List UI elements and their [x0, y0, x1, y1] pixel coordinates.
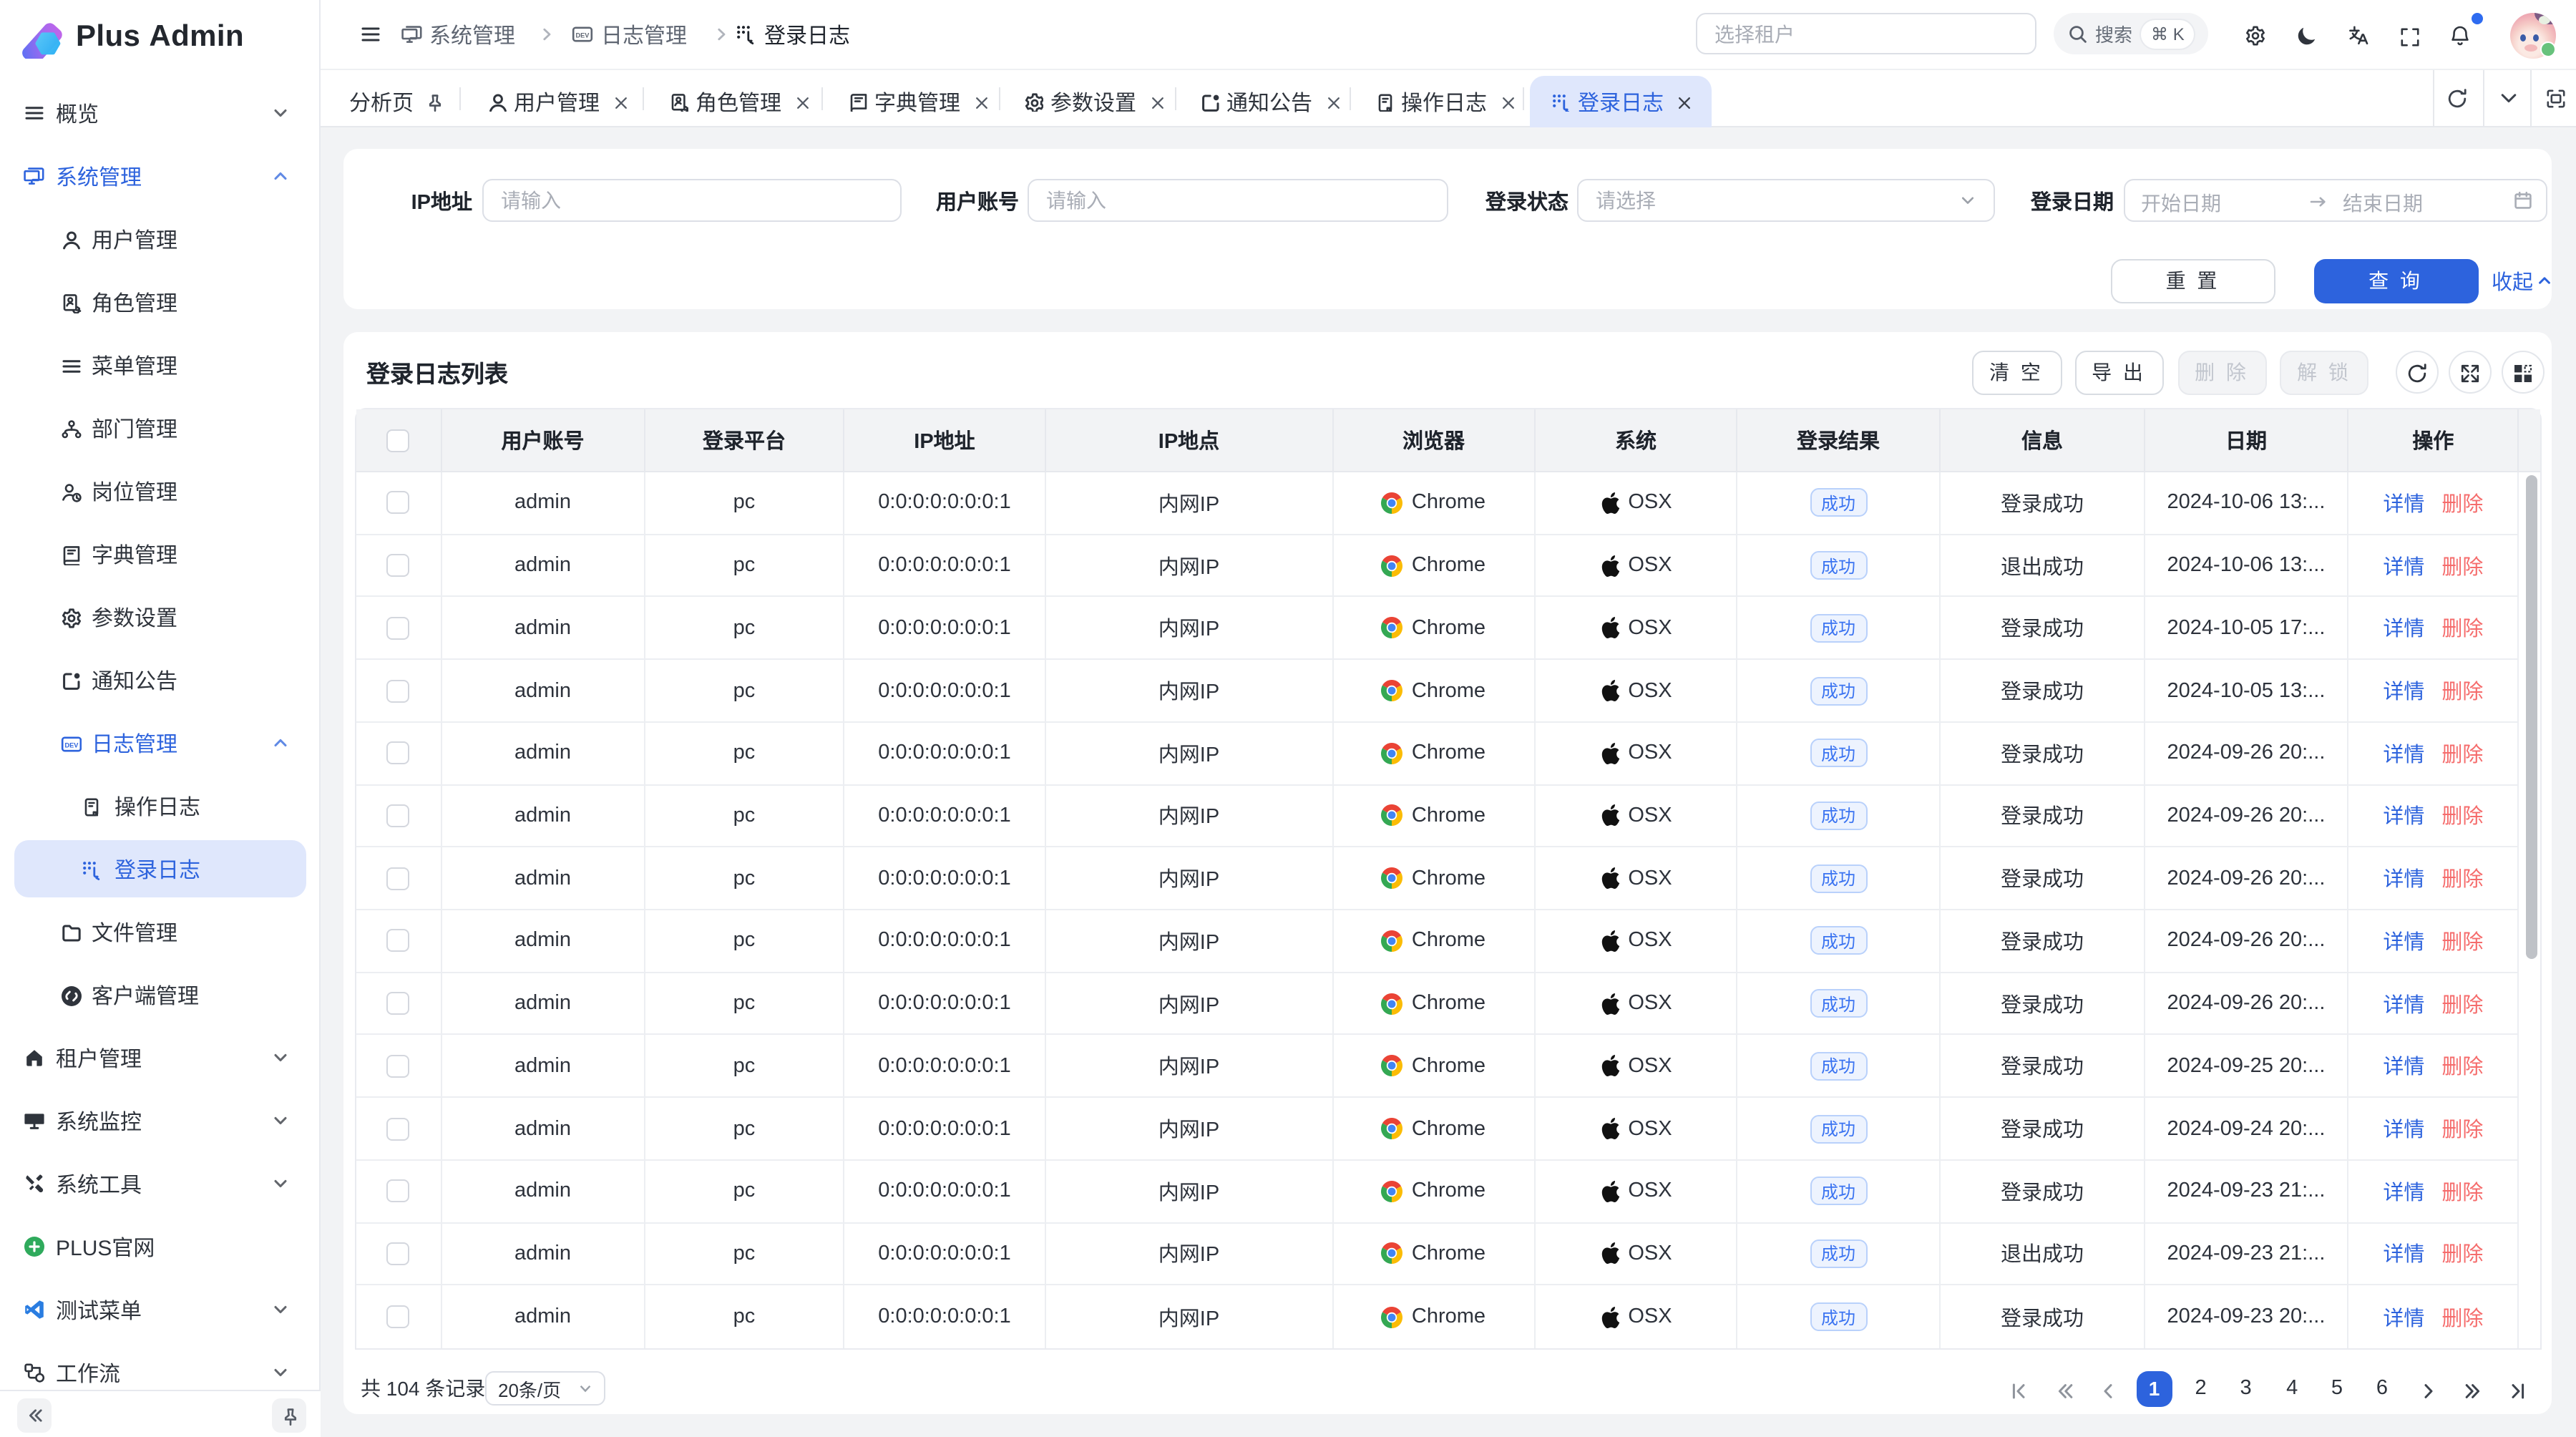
- svg-text:DEV: DEV: [64, 741, 79, 748]
- svg-text:DEV: DEV: [576, 31, 590, 39]
